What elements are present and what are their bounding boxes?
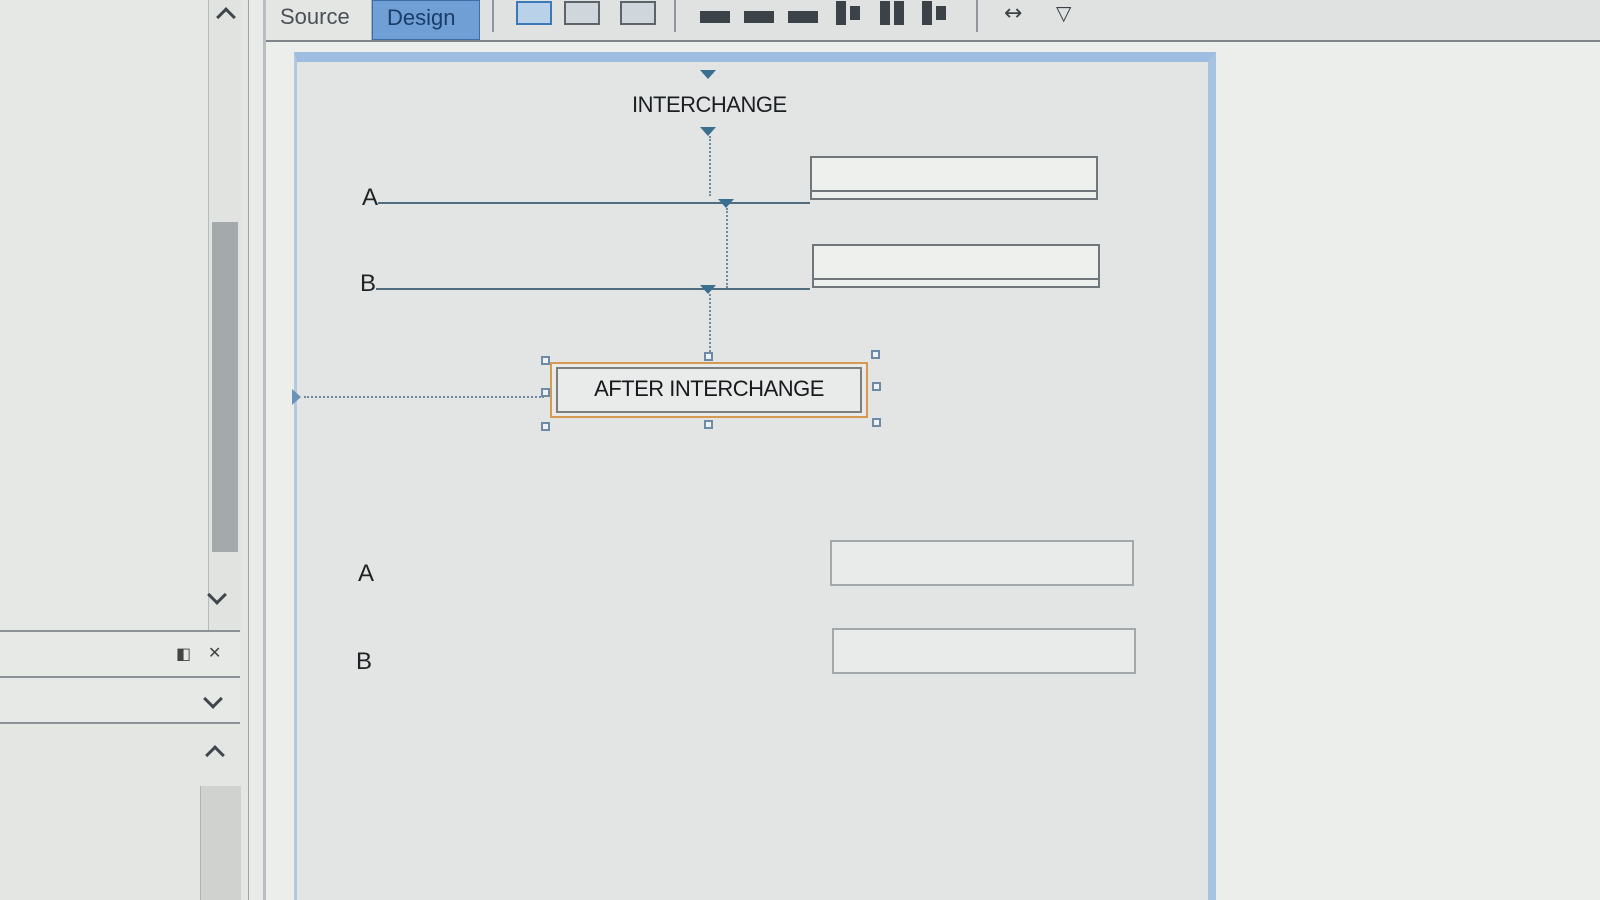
tab-design[interactable]: Design	[372, 0, 480, 40]
button-label: AFTER INTERCHANGE	[594, 376, 824, 401]
select-tool-icon[interactable]	[516, 0, 552, 26]
left-top-pane	[0, 0, 241, 632]
vertical-guide	[709, 294, 711, 356]
anchor-marker	[700, 285, 716, 294]
toolbar-separator	[976, 0, 978, 32]
label-a[interactable]: A	[362, 184, 378, 212]
label-a-after[interactable]: A	[358, 560, 374, 588]
label-b-after[interactable]: B	[356, 648, 372, 676]
chevron-up-icon[interactable]	[205, 745, 225, 765]
panel-dropdown-row[interactable]	[0, 678, 240, 724]
vertical-guide	[726, 208, 728, 288]
anchor-marker	[700, 70, 716, 79]
vertical-guide	[709, 136, 711, 196]
text-field-b-after[interactable]	[832, 628, 1136, 674]
resize-handle[interactable]	[704, 352, 713, 361]
resize-handle[interactable]	[704, 420, 713, 429]
horizontal-guide	[304, 396, 544, 398]
align-bottom-icon[interactable]	[788, 4, 818, 30]
anchor-marker	[718, 199, 734, 208]
align-middle-icon[interactable]	[744, 4, 774, 30]
resize-handle[interactable]	[541, 388, 550, 397]
after-interchange-button[interactable]: AFTER INTERCHANGE	[550, 362, 868, 418]
resize-handle[interactable]	[872, 418, 881, 427]
resize-handle[interactable]	[871, 350, 880, 359]
toolbar-separator	[492, 0, 494, 32]
text-field-a[interactable]	[810, 156, 1098, 200]
baseline-guide	[376, 288, 810, 290]
panel-header-row: ◧ ✕	[0, 632, 240, 678]
close-icon[interactable]: ✕	[208, 643, 221, 662]
resize-handle[interactable]	[541, 422, 550, 431]
anchor-marker	[700, 127, 716, 136]
editor-toolbar: Source Design ↔ ▽	[266, 0, 1600, 42]
align-left-icon[interactable]	[878, 0, 906, 26]
chevron-down-icon[interactable]	[203, 689, 223, 709]
interchange-title-label[interactable]: INTERCHANGE	[632, 92, 787, 118]
left-panel: ◧ ✕	[0, 0, 249, 900]
baseline-guide	[378, 202, 810, 204]
align-baseline-icon[interactable]	[834, 0, 862, 26]
align-right-icon[interactable]	[920, 0, 948, 26]
label-b[interactable]: B	[360, 270, 376, 298]
scrollbar-thumb[interactable]	[212, 222, 238, 552]
chevron-up-icon[interactable]	[216, 7, 236, 27]
text-field-b[interactable]	[812, 244, 1100, 288]
align-top-icon[interactable]	[700, 4, 730, 30]
resize-handle[interactable]	[541, 356, 550, 365]
text-field-a-after[interactable]	[830, 540, 1134, 586]
chevron-down-icon[interactable]	[207, 585, 227, 605]
left-bottom-scrollbar[interactable]	[200, 786, 241, 900]
toolbar-separator	[674, 0, 676, 32]
resize-icon[interactable]: ↔	[1004, 0, 1022, 26]
panel-collapse-icon[interactable]: ◧	[176, 644, 191, 663]
left-scrollbar[interactable]	[207, 0, 241, 630]
chevron-down-icon[interactable]: ▽	[1056, 0, 1071, 26]
add-component-icon[interactable]	[564, 0, 600, 26]
preview-icon[interactable]	[620, 0, 656, 26]
resize-handle[interactable]	[872, 382, 881, 391]
anchor-marker	[292, 389, 301, 405]
tab-source[interactable]: Source	[266, 0, 372, 40]
